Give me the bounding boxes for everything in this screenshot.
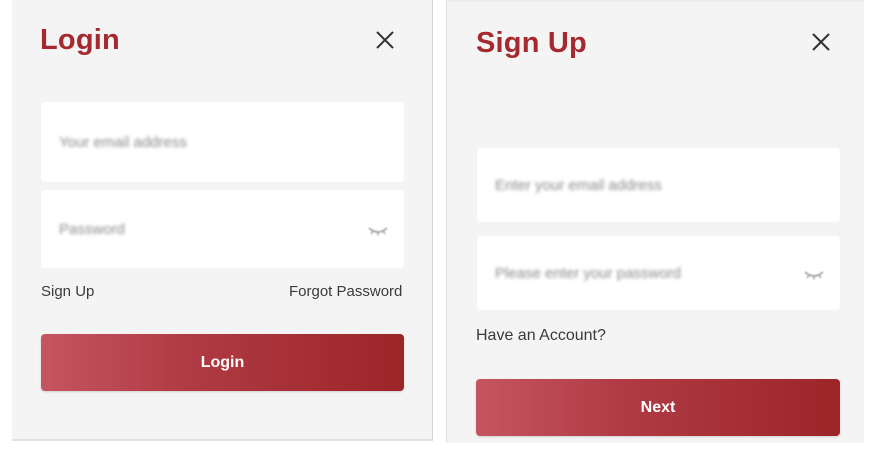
email-input[interactable]	[59, 102, 352, 182]
signup-title: Sign Up	[476, 27, 587, 59]
password-field[interactable]	[41, 190, 404, 268]
signup-password-input[interactable]	[495, 236, 788, 310]
close-icon[interactable]	[373, 28, 397, 52]
signup-password-field[interactable]	[477, 236, 840, 310]
login-panel: Login Sign Up Forgot Password Login	[12, 0, 433, 441]
password-input[interactable]	[59, 190, 352, 268]
signup-email-field[interactable]	[477, 148, 840, 222]
close-icon[interactable]	[809, 30, 833, 54]
signup-email-input[interactable]	[495, 148, 788, 222]
login-title: Login	[40, 24, 120, 56]
login-button[interactable]: Login	[41, 334, 404, 391]
email-field[interactable]	[41, 102, 404, 182]
signup-panel: Sign Up Have an Account? Next	[446, 0, 864, 443]
eye-off-icon[interactable]	[368, 223, 388, 236]
signup-link[interactable]: Sign Up	[41, 283, 94, 300]
have-account-link[interactable]: Have an Account?	[476, 327, 606, 345]
eye-off-icon[interactable]	[804, 267, 824, 280]
next-button[interactable]: Next	[476, 379, 840, 436]
forgot-password-link[interactable]: Forgot Password	[289, 283, 402, 300]
